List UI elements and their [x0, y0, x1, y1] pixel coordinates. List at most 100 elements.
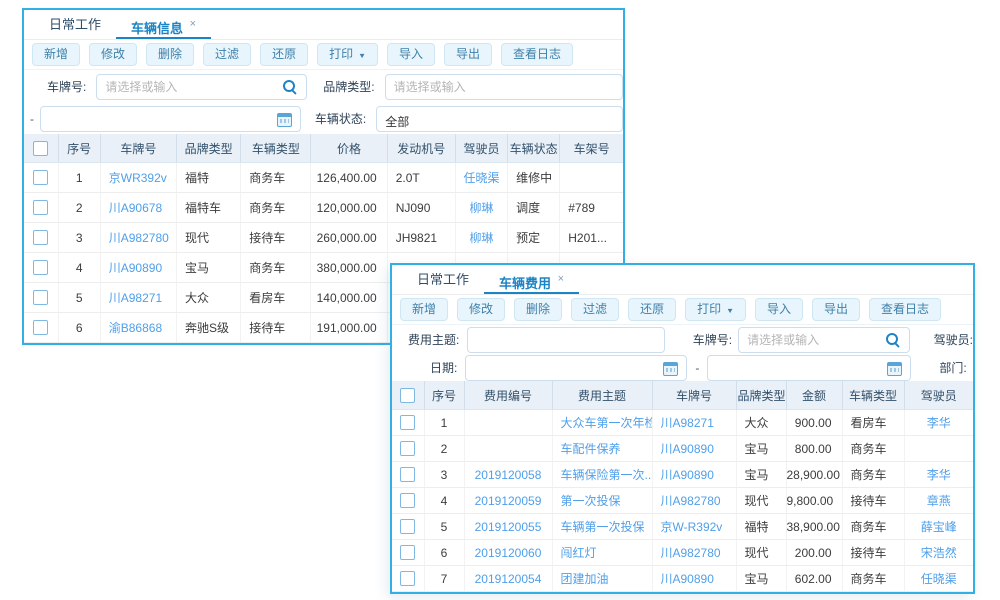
cell-driver[interactable]: 李华 [904, 462, 973, 488]
cell-driver[interactable]: 柳琳 [455, 223, 507, 253]
table-row: 32019120058车辆保险第一次...川A90890宝马28,900.00商… [392, 462, 973, 488]
search-icon[interactable] [283, 80, 295, 92]
view-log-button[interactable]: 查看日志 [501, 43, 573, 66]
caret-down-icon: ▼ [358, 52, 366, 60]
filter-button[interactable]: 过滤 [571, 298, 619, 321]
cell-expense-subject[interactable]: 第一次投保 [552, 488, 652, 514]
filter-button[interactable]: 过滤 [203, 43, 251, 66]
cell-driver[interactable]: 章燕 [904, 488, 973, 514]
calendar-icon[interactable] [277, 113, 292, 127]
row-checkbox[interactable] [33, 200, 48, 215]
button-label: 打印 [329, 47, 353, 61]
cell-plate[interactable]: 川A90890 [652, 566, 736, 592]
cell-plate[interactable]: 京WR392v [100, 163, 176, 193]
row-checkbox[interactable] [33, 320, 48, 335]
row-checkbox[interactable] [400, 571, 415, 586]
add-button[interactable]: 新增 [32, 43, 80, 66]
tab-vehicle-expense[interactable]: 车辆费用 × [484, 266, 579, 294]
select-all-checkbox[interactable] [33, 141, 48, 156]
table-row: 3川A982780现代接待车260,000.00JH9821柳琳预定H201..… [24, 223, 623, 253]
row-checkbox[interactable] [400, 519, 415, 534]
cell-expense-code[interactable]: 2019120058 [464, 462, 552, 488]
cell-plate[interactable]: 川A90890 [652, 436, 736, 462]
cell-driver[interactable]: 柳琳 [455, 193, 507, 223]
plate-filter-input[interactable] [738, 327, 910, 353]
cell-driver[interactable]: 薛宝峰 [904, 514, 973, 540]
row-checkbox[interactable] [400, 545, 415, 560]
import-button[interactable]: 导入 [387, 43, 435, 66]
cell-vehicle-type: 看房车 [842, 410, 904, 436]
cell-plate[interactable]: 京W-R392v [652, 514, 736, 540]
cell-plate[interactable]: 川A982780 [100, 223, 176, 253]
row-checkbox[interactable] [33, 260, 48, 275]
select-all-checkbox[interactable] [400, 388, 415, 403]
date-to-input[interactable] [707, 355, 911, 381]
search-icon[interactable] [886, 333, 898, 345]
table-row: 2川A90678福特车商务车120,000.00NJ090柳琳调度#789 [24, 193, 623, 223]
date-filter-input[interactable] [40, 106, 301, 132]
cell-driver[interactable]: 任晓渠 [455, 163, 507, 193]
row-checkbox[interactable] [400, 441, 415, 456]
cell-expense-subject[interactable]: 团建加油 [552, 566, 652, 592]
tab-daily-work[interactable]: 日常工作 [402, 266, 484, 294]
cell-expense-code[interactable]: 2019120055 [464, 514, 552, 540]
plate-filter-input[interactable] [96, 74, 307, 100]
close-icon[interactable]: × [190, 18, 196, 30]
cell-plate[interactable]: 川A98271 [100, 283, 176, 313]
subject-filter-input[interactable] [467, 327, 664, 353]
row-checkbox[interactable] [33, 230, 48, 245]
cell-expense-subject[interactable]: 大众车第一次年检 [552, 410, 652, 436]
toolbar: 新增修改删除过滤还原打印▼ 导入导出查看日志 [392, 295, 973, 325]
print-button[interactable]: 打印▼ [685, 298, 746, 321]
row-checkbox[interactable] [33, 170, 48, 185]
date-from-input[interactable] [465, 355, 687, 381]
col-header-engine: 发动机号 [387, 134, 455, 163]
cell-plate[interactable]: 渝B86868 [100, 313, 176, 343]
print-button[interactable]: 打印 ▼ [317, 43, 378, 66]
cell-brand: 宝马 [736, 436, 786, 462]
brand-filter-input[interactable] [385, 74, 623, 100]
cell-plate[interactable]: 川A90890 [652, 462, 736, 488]
edit-button[interactable]: 修改 [89, 43, 137, 66]
row-checkbox[interactable] [400, 415, 415, 430]
export-button[interactable]: 导出 [444, 43, 492, 66]
add-button[interactable]: 新增 [400, 298, 448, 321]
cell-driver[interactable]: 李华 [904, 410, 973, 436]
table-row: 72019120054团建加油川A90890宝马602.00商务车任晓渠 [392, 566, 973, 592]
row-checkbox[interactable] [400, 493, 415, 508]
status-select[interactable]: 全部 [376, 106, 623, 132]
cell-expense-code[interactable]: 2019120054 [464, 566, 552, 592]
delete-button[interactable]: 删除 [146, 43, 194, 66]
restore-button[interactable]: 还原 [260, 43, 308, 66]
cell-plate[interactable]: 川A982780 [652, 488, 736, 514]
calendar-icon[interactable] [663, 362, 678, 376]
cell-expense-subject[interactable]: 车配件保养 [552, 436, 652, 462]
cell-plate[interactable]: 川A98271 [652, 410, 736, 436]
tab-vehicle-info[interactable]: 车辆信息 × [116, 11, 211, 39]
cell-plate[interactable]: 川A982780 [652, 540, 736, 566]
view-log-button[interactable]: 查看日志 [869, 298, 941, 321]
cell-driver[interactable]: 任晓渠 [904, 566, 973, 592]
col-header-vehicle-type: 车辆类型 [241, 134, 311, 163]
close-icon[interactable]: × [558, 273, 564, 285]
cell-price: 120,000.00 [311, 193, 387, 223]
calendar-icon[interactable] [887, 362, 902, 376]
cell-plate[interactable]: 川A90890 [100, 253, 176, 283]
export-button[interactable]: 导出 [812, 298, 860, 321]
tab-daily-work[interactable]: 日常工作 [34, 11, 116, 39]
cell-expense-code[interactable]: 2019120059 [464, 488, 552, 514]
cell-expense-subject[interactable]: 闯红灯 [552, 540, 652, 566]
row-checkbox[interactable] [400, 467, 415, 482]
cell-driver[interactable]: 宋浩然 [904, 540, 973, 566]
cell-plate[interactable]: 川A90678 [100, 193, 176, 223]
restore-button[interactable]: 还原 [628, 298, 676, 321]
import-button[interactable]: 导入 [755, 298, 803, 321]
checkbox-cell [392, 566, 424, 592]
delete-button[interactable]: 删除 [514, 298, 562, 321]
cell-expense-subject[interactable]: 车辆第一次投保 [552, 514, 652, 540]
edit-button[interactable]: 修改 [457, 298, 505, 321]
row-checkbox[interactable] [33, 290, 48, 305]
cell-expense-subject[interactable]: 车辆保险第一次... [552, 462, 652, 488]
caret-down-icon: ▼ [726, 307, 734, 315]
cell-expense-code[interactable]: 2019120060 [464, 540, 552, 566]
